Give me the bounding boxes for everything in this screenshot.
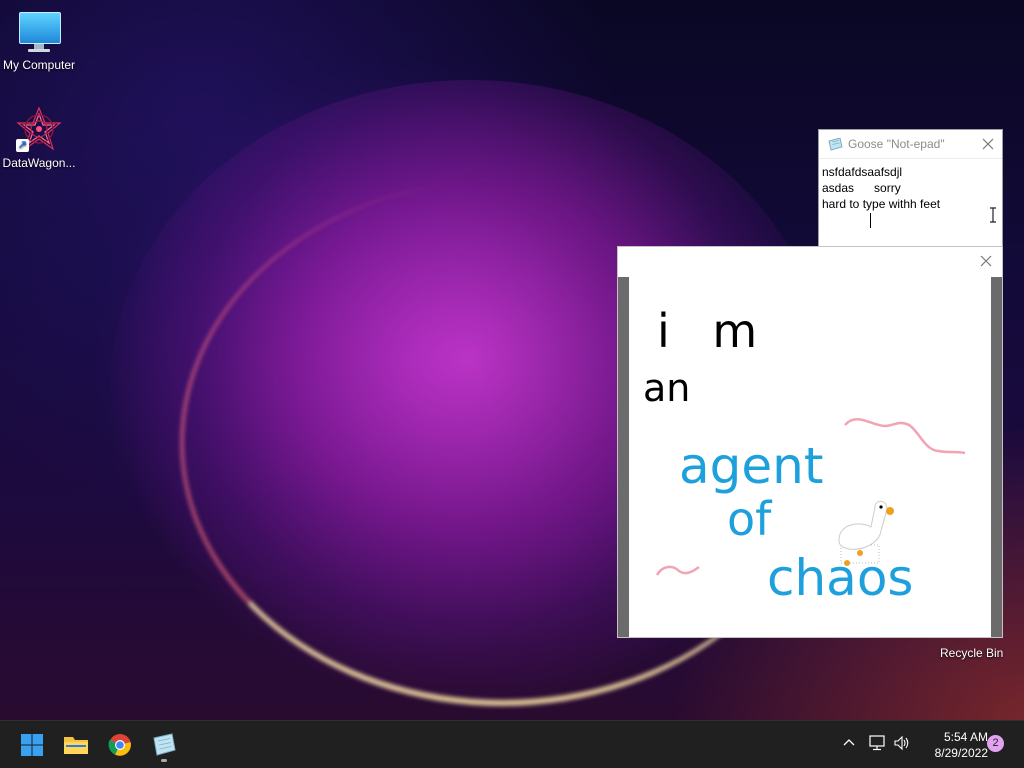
notepad-line: hard to type withh feet bbox=[822, 197, 941, 211]
clock-date: 8/29/2022 bbox=[934, 746, 988, 760]
start-icon bbox=[21, 734, 43, 756]
drawing-titlebar[interactable] bbox=[618, 247, 1002, 275]
datawagon-icon: ↗ bbox=[16, 106, 62, 152]
drawing-text: an bbox=[643, 366, 690, 410]
chrome-button[interactable] bbox=[104, 729, 136, 761]
drawing-text: chaos bbox=[767, 549, 913, 607]
chrome-icon bbox=[108, 734, 131, 756]
drawing-canvas: i m an agent of chaos bbox=[629, 275, 991, 637]
taskbar: 5:54 AM 8/29/2022 bbox=[0, 720, 1024, 768]
notification-badge[interactable]: 2 bbox=[987, 735, 1004, 752]
close-icon[interactable] bbox=[980, 136, 996, 152]
chevron-up-icon[interactable] bbox=[842, 735, 856, 754]
file-explorer-button[interactable] bbox=[60, 729, 92, 761]
drawing-frame-right bbox=[991, 277, 1002, 637]
drawing-text: agent bbox=[679, 437, 823, 495]
close-icon[interactable] bbox=[978, 253, 994, 269]
clock-time: 5:54 AM bbox=[943, 730, 988, 744]
desktop-icon-label: DataWagon... bbox=[2, 156, 76, 170]
desktop-icon-label: My Computer bbox=[2, 58, 76, 72]
notepad-line: asdas sorry bbox=[822, 181, 901, 195]
notepad-line: nsfdafdsaafsdjl bbox=[822, 165, 903, 179]
computer-icon bbox=[17, 10, 61, 54]
pink-squiggle bbox=[655, 565, 700, 576]
notepad-title: Goose "Not-epad" bbox=[848, 137, 945, 151]
text-caret bbox=[870, 213, 871, 228]
desktop-icon-my-computer[interactable]: My Computer bbox=[0, 10, 78, 72]
file-explorer-icon bbox=[64, 737, 88, 754]
drawing-frame-left bbox=[618, 277, 629, 637]
goose-notepad-window: Goose "Not-epad" nsfdafdsaafsdjl asdas s… bbox=[818, 129, 1003, 247]
goose-drawing-window: i m an agent of chaos bbox=[617, 246, 1003, 638]
ibeam-cursor-icon bbox=[989, 207, 997, 227]
active-indicator bbox=[161, 759, 167, 762]
clock[interactable]: 5:54 AM 8/29/2022 bbox=[918, 729, 988, 761]
drawing-text: of bbox=[727, 492, 773, 546]
desktop-icon-datawagon[interactable]: ↗ DataWagon... bbox=[0, 106, 78, 170]
notepad-titlebar[interactable]: Goose "Not-epad" bbox=[819, 130, 1002, 159]
notepad-taskbar-button[interactable] bbox=[148, 729, 180, 762]
shortcut-arrow-icon: ↗ bbox=[16, 139, 29, 152]
desktop-icon-recycle-bin[interactable]: Recycle Bin bbox=[940, 646, 1003, 660]
drawing-text: i m bbox=[657, 304, 771, 358]
pink-squiggle bbox=[844, 417, 966, 455]
notepad-icon bbox=[827, 137, 843, 151]
start-button[interactable] bbox=[16, 729, 48, 761]
notepad-text-area[interactable]: nsfdafdsaafsdjl asdas sorry hard to type… bbox=[819, 159, 1002, 228]
notepad-icon bbox=[153, 733, 176, 756]
volume-icon[interactable] bbox=[893, 735, 911, 756]
network-icon[interactable] bbox=[868, 735, 886, 756]
